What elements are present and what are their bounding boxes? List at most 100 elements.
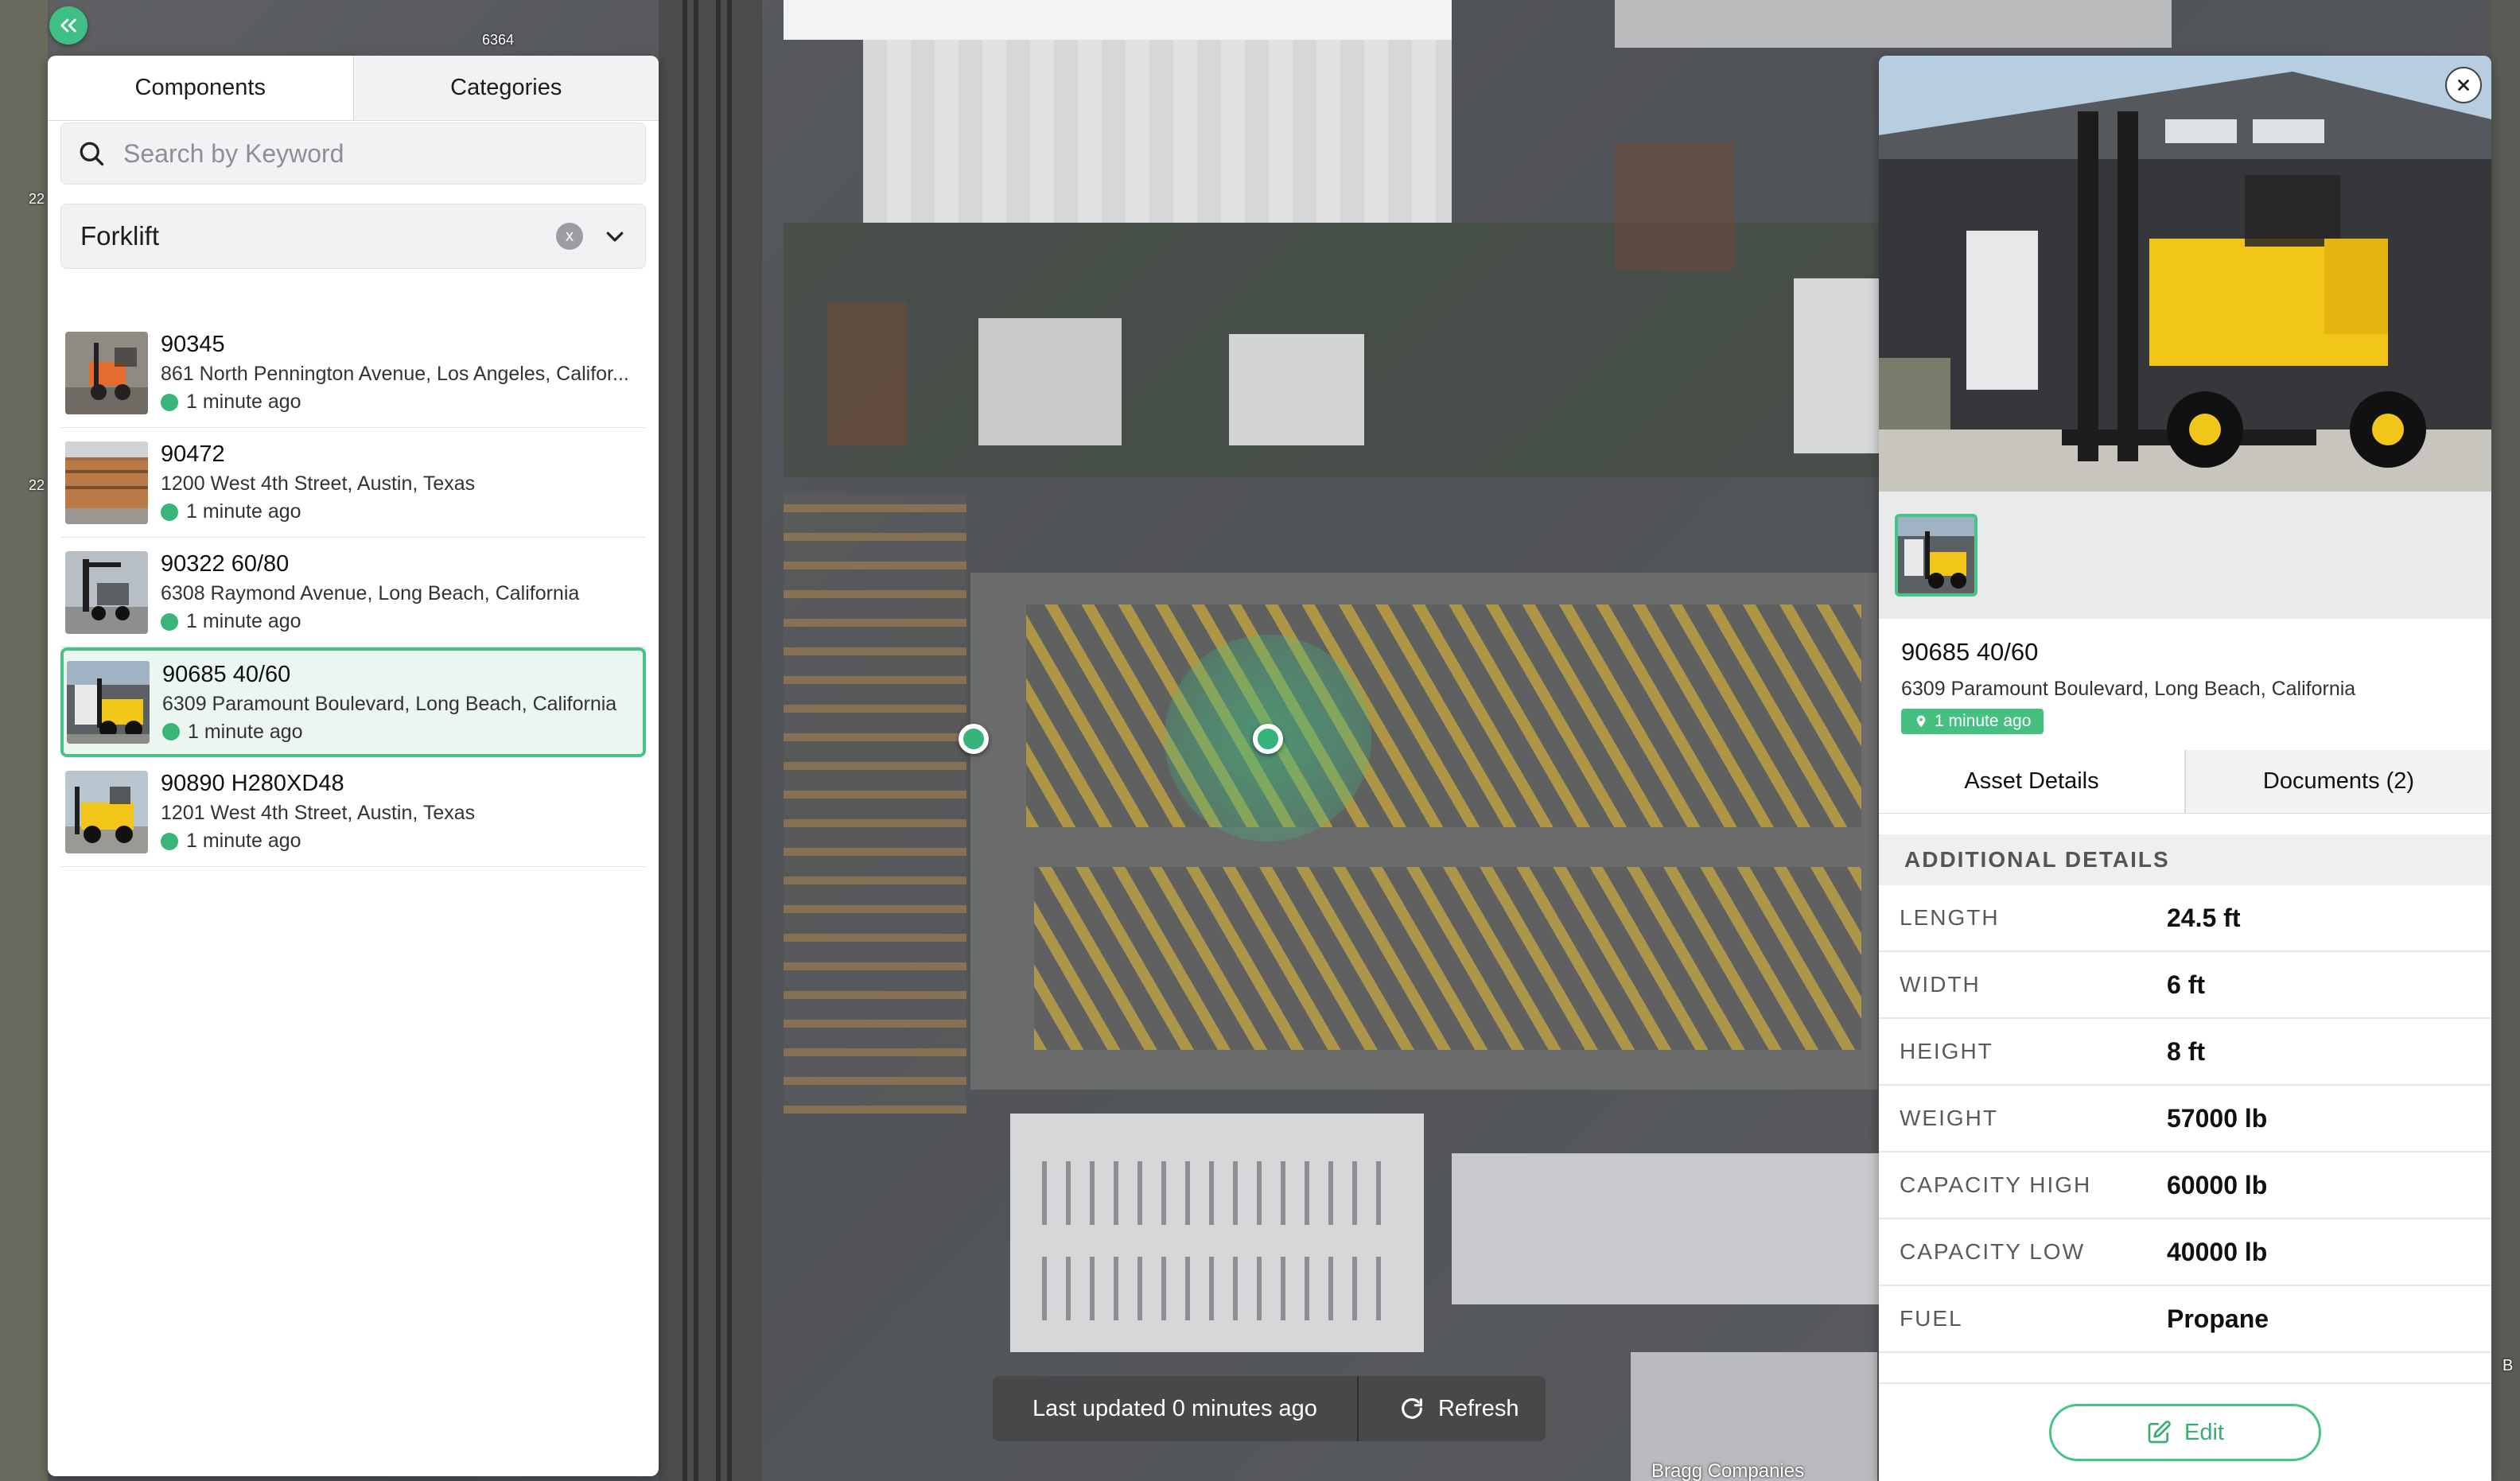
search-input[interactable] (123, 138, 616, 169)
list-item[interactable]: 90322 60/80 6308 Raymond Avenue, Long Be… (60, 538, 646, 647)
item-time: 1 minute ago (186, 500, 301, 523)
tab-asset-details[interactable]: Asset Details (1879, 750, 2184, 813)
online-status-icon (161, 503, 178, 521)
gallery-thumbnail[interactable] (1895, 514, 1978, 597)
online-status-icon (161, 612, 178, 631)
map-place-label: Bragg Companies (1651, 1460, 1805, 1481)
detail-row: WIDTH 6 ft (1879, 952, 2491, 1019)
detail-row: LENGTH 24.5 ft (1879, 885, 2491, 952)
map-street-number: 6364 (482, 32, 515, 48)
forklift-thumbnail (65, 550, 148, 634)
detail-row: FUEL Propane (1879, 1286, 2491, 1353)
item-time: 1 minute ago (186, 610, 301, 632)
item-status: 1 minute ago (161, 391, 638, 414)
tab-categories[interactable]: Categories (352, 56, 659, 120)
photo-gallery (1879, 492, 2491, 619)
detail-key: HEIGHT (1900, 1039, 1993, 1063)
location-pin-icon (1914, 713, 1928, 729)
detail-key: CAPACITY LOW (1900, 1239, 2086, 1264)
detail-value: 6 ft (2167, 970, 2205, 999)
detail-key: WEIGHT (1900, 1106, 1998, 1130)
refresh-label: Refresh (1437, 1395, 1519, 1421)
detail-row: HEIGHT 8 ft (1879, 1019, 2491, 1086)
edit-label: Edit (2184, 1419, 2224, 1445)
last-seen-text: 1 minute ago (1935, 712, 2032, 730)
item-time: 1 minute ago (186, 391, 301, 413)
last-seen-badge: 1 minute ago (1901, 709, 2044, 734)
item-time: 1 minute ago (186, 830, 301, 852)
asset-address: 6309 Paramount Boulevard, Long Beach, Ca… (1901, 678, 2356, 700)
item-address: 6308 Raymond Avenue, Long Beach, Califor… (161, 582, 580, 604)
forklift-thumbnail (65, 331, 148, 414)
section-heading: ADDITIONAL DETAILS (1879, 834, 2491, 885)
tab-documents[interactable]: Documents (2) (2184, 750, 2491, 813)
detail-key: CAPACITY HIGH (1900, 1172, 2092, 1197)
forklift-thumbnail (67, 661, 150, 744)
detail-value: 57000 lb (2167, 1103, 2268, 1133)
close-icon (2458, 80, 2469, 91)
category-filter-select[interactable]: Forklift x (60, 204, 646, 269)
details-table: LENGTH 24.5 ft WIDTH 6 ft HEIGHT 8 ft WEIGH… (1879, 885, 2491, 1353)
item-name: 90345 (161, 332, 225, 357)
detail-row: CAPACITY HIGH 60000 lb (1879, 1153, 2491, 1219)
clear-filter-icon[interactable]: x (556, 223, 583, 250)
item-address: 861 North Pennington Avenue, Los Angeles… (161, 363, 629, 385)
list-item-selected[interactable]: 90685 40/60 6309 Paramount Boulevard, Lo… (60, 647, 646, 757)
refresh-icon (1398, 1395, 1425, 1422)
detail-value: 8 ft (2167, 1036, 2205, 1066)
forklift-thumbnail (65, 770, 148, 853)
item-status: 1 minute ago (162, 721, 640, 744)
item-name: 90322 60/80 (161, 551, 290, 577)
panel-tabs: Components Categories (48, 56, 659, 121)
asset-photo[interactable] (1879, 56, 2491, 492)
item-address: 6309 Paramount Boulevard, Long Beach, Ca… (162, 692, 617, 715)
detail-row: CAPACITY LOW 40000 lb (1879, 1219, 2491, 1286)
list-item[interactable]: 90345 861 North Pennington Avenue, Los A… (60, 318, 646, 428)
detail-tabs: Asset Details Documents (2) (1879, 750, 2491, 814)
components-panel: Components Categories Forklift x 90345 8… (48, 56, 659, 1476)
close-detail-button[interactable] (2445, 67, 2482, 103)
search-box[interactable] (60, 122, 646, 185)
item-status: 1 minute ago (161, 830, 638, 853)
item-address: 1200 West 4th Street, Austin, Texas (161, 472, 476, 495)
online-status-icon (162, 723, 180, 740)
online-status-icon (161, 393, 178, 411)
detail-key: LENGTH (1900, 905, 2000, 930)
map-street-number: 22 (29, 477, 45, 493)
item-name: 90472 (161, 441, 225, 467)
edit-icon (2146, 1420, 2172, 1445)
detail-key: FUEL (1900, 1306, 1963, 1331)
collapse-panel-button[interactable] (49, 6, 88, 45)
detail-row: WEIGHT 57000 lb (1879, 1086, 2491, 1153)
item-status: 1 minute ago (161, 610, 638, 633)
detail-key: WIDTH (1900, 972, 1981, 997)
map-status-bar: Last updated 0 minutes ago Refresh (993, 1376, 1546, 1441)
map-marker[interactable] (959, 724, 989, 754)
item-time: 1 minute ago (188, 720, 303, 743)
asset-title: 90685 40/60 (1901, 638, 2039, 666)
item-name: 90890 H280XD48 (161, 771, 344, 796)
map-marker-selected[interactable] (1253, 724, 1283, 754)
last-updated-text: Last updated 0 minutes ago (993, 1376, 1357, 1441)
tab-components[interactable]: Components (48, 56, 353, 120)
forklift-thumbnail (65, 441, 148, 524)
item-name: 90685 40/60 (162, 661, 291, 687)
list-item[interactable]: 90890 H280XD48 1201 West 4th Street, Aus… (60, 757, 646, 867)
item-status: 1 minute ago (161, 500, 638, 523)
map-street-letter: B (2502, 1357, 2514, 1374)
component-list: 90345 861 North Pennington Avenue, Los A… (60, 318, 646, 867)
refresh-button[interactable]: Refresh (1356, 1376, 1546, 1441)
online-status-icon (161, 832, 178, 850)
detail-value: 40000 lb (2167, 1237, 2268, 1266)
double-chevron-left-icon (60, 18, 76, 33)
edit-button[interactable]: Edit (2049, 1404, 2321, 1461)
chevron-down-icon[interactable] (599, 220, 631, 252)
detail-value: 60000 lb (2167, 1170, 2268, 1199)
list-item[interactable]: 90472 1200 West 4th Street, Austin, Texa… (60, 428, 646, 538)
filter-selected-value: Forklift (80, 221, 159, 251)
asset-detail-panel: 90685 40/60 6309 Paramount Boulevard, Lo… (1879, 56, 2491, 1481)
detail-value: Propane (2167, 1304, 2269, 1333)
item-address: 1201 West 4th Street, Austin, Texas (161, 802, 476, 824)
search-icon (77, 138, 109, 169)
map-street-number: 22 (29, 191, 45, 207)
